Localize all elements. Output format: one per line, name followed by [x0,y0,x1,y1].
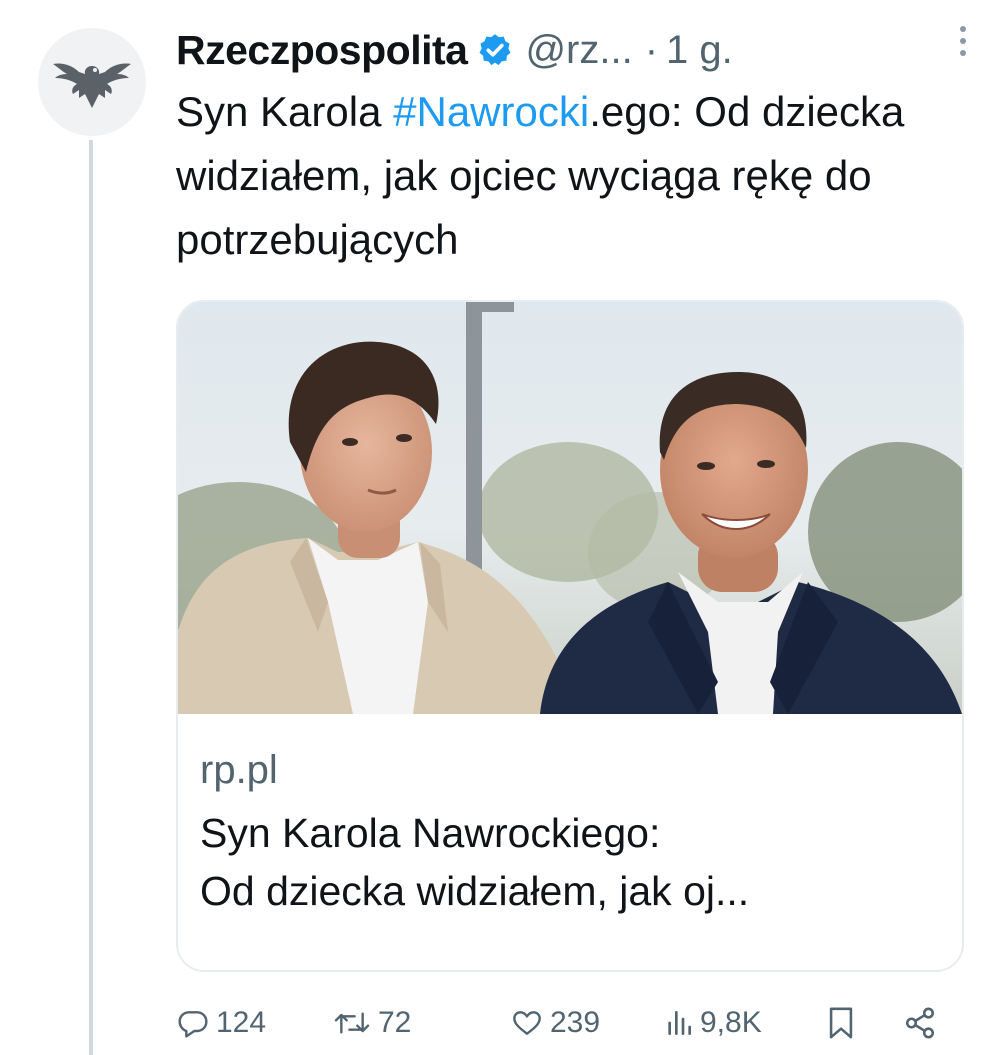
action-bar: 124 72 239 9,8K [176,996,966,1050]
tweet-header: Rzeczpospolita @rz... · 1 g. [176,20,966,80]
tweet-time[interactable]: 1 g. [666,28,733,73]
card-text: rp.pl Syn Karola Nawrockiego: Od dziecka… [200,742,942,920]
eagle-logo-icon [53,63,131,108]
card-title: Syn Karola Nawrockiego: Od dziecka widzi… [200,804,942,920]
verified-badge-icon [477,32,513,68]
views-button[interactable]: 9,8K [664,1006,762,1040]
views-count: 9,8K [700,1006,762,1039]
more-icon[interactable] [960,26,966,56]
bookmark-icon [829,1007,853,1039]
tweet-text: Syn Karola #Nawrocki.ego: Od dziecka wid… [176,80,966,272]
card-title-line-1: Syn Karola Nawrockiego: [200,810,661,856]
repost-icon [334,1012,370,1034]
avatar[interactable] [38,28,146,136]
card-photo[interactable] [178,302,962,714]
account-name[interactable]: Rzeczpospolita [176,27,468,74]
views-icon [668,1011,691,1035]
like-button[interactable]: 239 [510,1006,600,1040]
reply-icon [178,1011,208,1038]
card-title-line-2: Od dziecka widziałem, jak oj... [200,868,750,914]
card-domain: rp.pl [200,748,278,792]
reply-count: 124 [216,1006,267,1039]
separator-dot: · [644,27,659,72]
like-count: 239 [550,1006,601,1039]
like-icon [513,1011,541,1035]
repost-button[interactable]: 72 [332,1006,411,1040]
share-icon [905,1007,935,1039]
share-button[interactable] [902,1006,938,1040]
hashtag-link[interactable]: #Nawrocki [393,88,589,135]
repost-count: 72 [378,1006,412,1039]
link-card[interactable]: rp.pl Syn Karola Nawrockiego: Od dziecka… [176,300,964,972]
bookmark-button[interactable] [826,1006,856,1040]
account-handle[interactable]: @rz... [525,28,632,73]
thread-line [89,140,93,1055]
reply-button[interactable]: 124 [176,1006,266,1040]
tweet-text-prefix: Syn Karola [176,88,394,135]
